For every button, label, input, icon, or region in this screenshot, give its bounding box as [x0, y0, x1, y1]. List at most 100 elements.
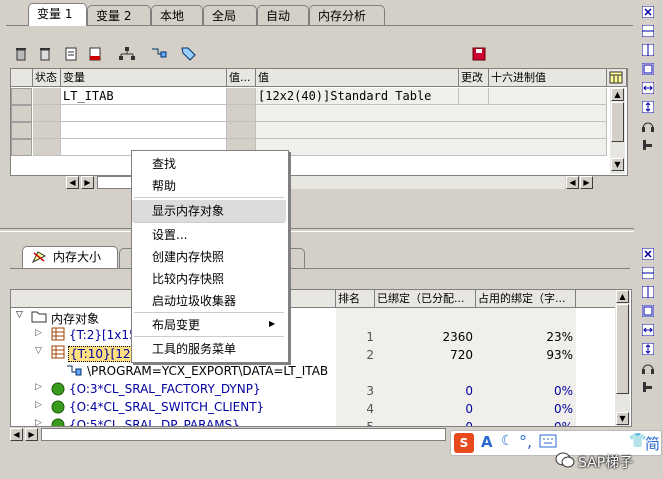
expand-arrow[interactable]: ▷: [35, 400, 42, 410]
scroll-right-button[interactable]: ▶: [25, 428, 38, 441]
col-header-rank[interactable]: 排名: [336, 290, 375, 308]
keyboard-icon[interactable]: [539, 434, 557, 451]
hierarchy-icon[interactable]: [118, 45, 136, 63]
arrows-horizontal-icon[interactable]: [640, 80, 656, 96]
maximize-icon-bottom[interactable]: [640, 303, 656, 319]
save-variables-icon[interactable]: [62, 45, 80, 63]
tree-root-label[interactable]: 内存对象: [51, 310, 99, 327]
col-header-bound[interactable]: 已绑定（已分配...: [375, 290, 476, 308]
col-header-hex-value[interactable]: 十六进制值: [489, 69, 607, 87]
table-row-value[interactable]: [12x2(40)]Standard Table: [256, 88, 459, 105]
delete-icon[interactable]: [12, 45, 30, 63]
scroll-up-button[interactable]: ▲: [611, 88, 624, 101]
scroll-up-button[interactable]: ▲: [616, 290, 629, 303]
col-header-status[interactable]: 状态: [33, 69, 61, 87]
arrows-vertical-icon[interactable]: [640, 99, 656, 115]
shirt-icon[interactable]: 👕: [629, 433, 646, 449]
col-header-occupied[interactable]: 占用的绑定（字...: [476, 290, 576, 308]
empty-cell: [256, 122, 607, 139]
scroll-left-button[interactable]: ◀: [66, 176, 79, 189]
menu-item-create-snapshot[interactable]: 创建内存快照: [132, 246, 286, 268]
moon-icon[interactable]: ☾: [501, 433, 514, 449]
menu-item-tool-services[interactable]: 工具的服务菜单: [132, 338, 286, 360]
tree-node-label-selected[interactable]: {T:10}[12x: [68, 346, 140, 362]
menu-item-show-memory-object[interactable]: 显示内存对象: [132, 200, 286, 222]
menu-item-find[interactable]: 查找: [132, 153, 286, 175]
tree-node-label[interactable]: {O:3*CL_SRAL_FACTORY_DYNP}: [69, 382, 261, 396]
horizontal-scrollbar[interactable]: [41, 428, 446, 441]
maximize-icon[interactable]: [640, 61, 656, 77]
menu-item-settings[interactable]: 设置...: [132, 224, 286, 246]
vertical-scrollbar[interactable]: ▲ ▼: [615, 290, 630, 426]
ime-mode-label[interactable]: A: [481, 433, 493, 451]
scroll-down-button[interactable]: ▼: [611, 158, 624, 171]
tab-local[interactable]: 本地: [151, 5, 203, 25]
bottom-tab-underline: [10, 268, 630, 269]
collapse-arrow[interactable]: ▽: [16, 310, 23, 320]
row-selector[interactable]: [11, 139, 32, 156]
col-header-variable[interactable]: 变量: [61, 69, 227, 87]
headset-icon[interactable]: [640, 118, 656, 134]
scroll-thumb[interactable]: [611, 102, 624, 142]
tag-icon[interactable]: [180, 45, 198, 63]
table-row-variable[interactable]: LT_ITAB: [61, 88, 227, 105]
scroll-right-button-2[interactable]: ▶: [580, 176, 593, 189]
row-selector[interactable]: [11, 105, 32, 122]
split-view-icon[interactable]: [640, 23, 656, 39]
scroll-right-button[interactable]: ▶: [81, 176, 94, 189]
object-icon: [51, 382, 65, 399]
tree-node-label[interactable]: {T:2}[1x15: [69, 328, 137, 342]
col-header-change[interactable]: 更改: [459, 69, 489, 87]
tools-icon-bottom[interactable]: [640, 379, 656, 395]
col-header-value[interactable]: 值: [256, 69, 459, 87]
column-settings-icon[interactable]: [607, 69, 627, 87]
bound-value: 720: [450, 348, 473, 362]
horizontal-scrollbar[interactable]: [97, 176, 132, 189]
tab-memory-analysis[interactable]: 内存分析: [309, 5, 385, 25]
structure-icon[interactable]: [150, 45, 168, 63]
arrows-vertical-icon-bottom[interactable]: [640, 341, 656, 357]
scroll-left-button[interactable]: ◀: [10, 428, 23, 441]
load-variables-icon[interactable]: [86, 45, 104, 63]
col-header-value-short[interactable]: 值...: [227, 69, 256, 87]
headset-icon-bottom[interactable]: [640, 360, 656, 376]
vertical-scrollbar[interactable]: ▲ ▼: [610, 88, 625, 174]
expand-arrow[interactable]: ▷: [35, 418, 42, 426]
panel-divider[interactable]: [0, 228, 634, 232]
simplified-label[interactable]: 简: [645, 433, 660, 454]
menu-item-help[interactable]: 帮助: [132, 175, 286, 197]
close-icon[interactable]: [640, 4, 656, 20]
scroll-thumb[interactable]: [616, 304, 629, 394]
expand-arrow[interactable]: ▷: [35, 382, 42, 392]
empty-cell[interactable]: [61, 122, 227, 139]
menu-item-start-gc[interactable]: 启动垃圾收集器: [132, 290, 286, 312]
delete-all-icon[interactable]: [36, 45, 54, 63]
collapse-arrow[interactable]: ▽: [35, 346, 42, 356]
tab-global[interactable]: 全局: [203, 5, 257, 25]
row-selector[interactable]: [11, 88, 32, 105]
tab-auto[interactable]: 自动: [257, 5, 309, 25]
expand-arrow[interactable]: ▷: [35, 328, 42, 338]
scroll-left-button-2[interactable]: ◀: [566, 176, 579, 189]
scroll-down-button[interactable]: ▼: [616, 412, 629, 425]
arrows-horizontal-icon-bottom[interactable]: [640, 322, 656, 338]
tree-node-label[interactable]: {O:5*CL_SRAL_DP_PARAMS}: [69, 418, 240, 426]
row-selector[interactable]: [11, 122, 32, 139]
menu-item-layout-change[interactable]: 布局变更: [132, 314, 286, 336]
tree-node-label[interactable]: {O:4*CL_SRAL_SWITCH_CLIENT}: [69, 400, 264, 414]
close-icon-bottom[interactable]: [640, 246, 656, 262]
menu-item-compare-snapshot[interactable]: 比较内存快照: [132, 268, 286, 290]
save-layout-icon[interactable]: [470, 45, 488, 63]
tools-icon[interactable]: [640, 137, 656, 153]
punctuation-icon[interactable]: °,: [519, 432, 532, 451]
horizontal-scrollbar-track[interactable]: [287, 176, 565, 189]
split-view-icon-bottom[interactable]: [640, 265, 656, 281]
tab-variables-1[interactable]: 变量 1: [28, 3, 87, 26]
ime-logo[interactable]: S: [454, 433, 474, 453]
tile-view-icon-bottom[interactable]: [640, 284, 656, 300]
tab-variables-2[interactable]: 变量 2: [87, 5, 151, 25]
tab-memory-size[interactable]: 内存大小: [22, 246, 118, 268]
tile-view-icon[interactable]: [640, 42, 656, 58]
tree-node-label[interactable]: \PROGRAM=YCX_EXPORT\DATA=LT_ITAB: [87, 364, 328, 378]
empty-cell[interactable]: [61, 105, 227, 122]
